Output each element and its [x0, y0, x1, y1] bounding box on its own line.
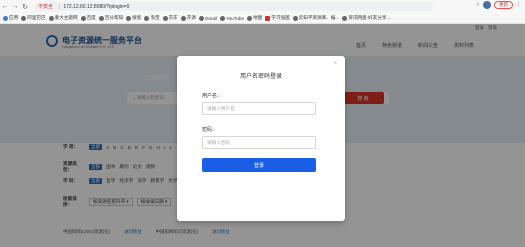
- bookmark-item[interactable]: Gmail: [198, 15, 217, 21]
- bookmark-item[interactable]: 重大主题网: [48, 15, 78, 21]
- username-field[interactable]: [202, 102, 316, 115]
- close-icon[interactable]: ×: [333, 61, 337, 67]
- globe-icon: [180, 15, 186, 21]
- globe-icon: [162, 15, 168, 21]
- password-field[interactable]: [202, 136, 316, 149]
- bookmark-item[interactable]: 百分帮知: [98, 15, 123, 21]
- browser-toolbar: ← → ↻ 不安全 | 172.12.60.12:8080/?iplogin=0…: [0, 0, 525, 13]
- bookmark-item[interactable]: YouTube: [219, 15, 244, 21]
- bookmark-item[interactable]: 地图: [247, 15, 262, 21]
- login-button[interactable]: 登录: [202, 158, 316, 172]
- globe-icon: [144, 15, 150, 21]
- bookmark-icon: [265, 15, 271, 21]
- username-label: 用户名：: [202, 93, 223, 99]
- bookmark-item[interactable]: 学习强国: [265, 15, 290, 21]
- bookmark-item[interactable]: 云知平资源库、编...: [292, 15, 339, 21]
- forward-icon[interactable]: →: [10, 1, 20, 12]
- security-warning: 不安全: [38, 4, 54, 10]
- bookmark-item[interactable]: 百度: [80, 15, 96, 21]
- globe-icon: [292, 15, 298, 21]
- bookmark-item[interactable]: 阿里巴巴: [21, 15, 46, 21]
- globe-icon: [98, 15, 104, 21]
- update-button[interactable]: 更新: [494, 1, 513, 9]
- globe-icon: [80, 15, 86, 21]
- globe-icon: [21, 15, 27, 21]
- back-icon[interactable]: ←: [0, 1, 10, 12]
- bookmark-item[interactable]: 应用: [3, 15, 18, 21]
- reload-icon[interactable]: ↻: [20, 1, 30, 12]
- modal-title: 用户名密码登录: [239, 74, 282, 80]
- menu-icon[interactable]: ⋮: [516, 2, 521, 8]
- globe-icon: [48, 15, 54, 21]
- globe-icon: [219, 15, 225, 21]
- globe-icon: [198, 15, 204, 21]
- bookmarks-bar: 应用 阿里巴巴 重大主题网 百度 百分帮知 搜索 淘宝 京东 开源 Gmail …: [0, 13, 525, 24]
- bookmark-item[interactable]: 开源: [180, 15, 196, 21]
- star-icon[interactable]: ☆: [476, 2, 480, 8]
- password-label: 密码：: [202, 127, 218, 133]
- bookmark-item[interactable]: 资讯网盘-好友分享...: [342, 15, 390, 21]
- globe-icon: [126, 15, 132, 21]
- address-bar[interactable]: 不安全 | 172.12.60.12:8080/?iplogin=0: [34, 2, 434, 11]
- apps-icon: [3, 15, 8, 21]
- url-text: 172.12.60.12:8080/?iplogin=0: [63, 3, 130, 10]
- profile-avatar[interactable]: [483, 1, 491, 9]
- globe-icon: [247, 15, 253, 21]
- bookmark-item[interactable]: 京东: [162, 15, 178, 21]
- login-modal: × 用户名密码登录 用户名： 密码： 登录: [177, 56, 345, 221]
- globe-icon: [342, 15, 348, 21]
- address-separator: |: [59, 3, 61, 10]
- bookmark-item[interactable]: 搜索: [126, 15, 141, 21]
- bookmark-item[interactable]: 淘宝: [144, 15, 160, 21]
